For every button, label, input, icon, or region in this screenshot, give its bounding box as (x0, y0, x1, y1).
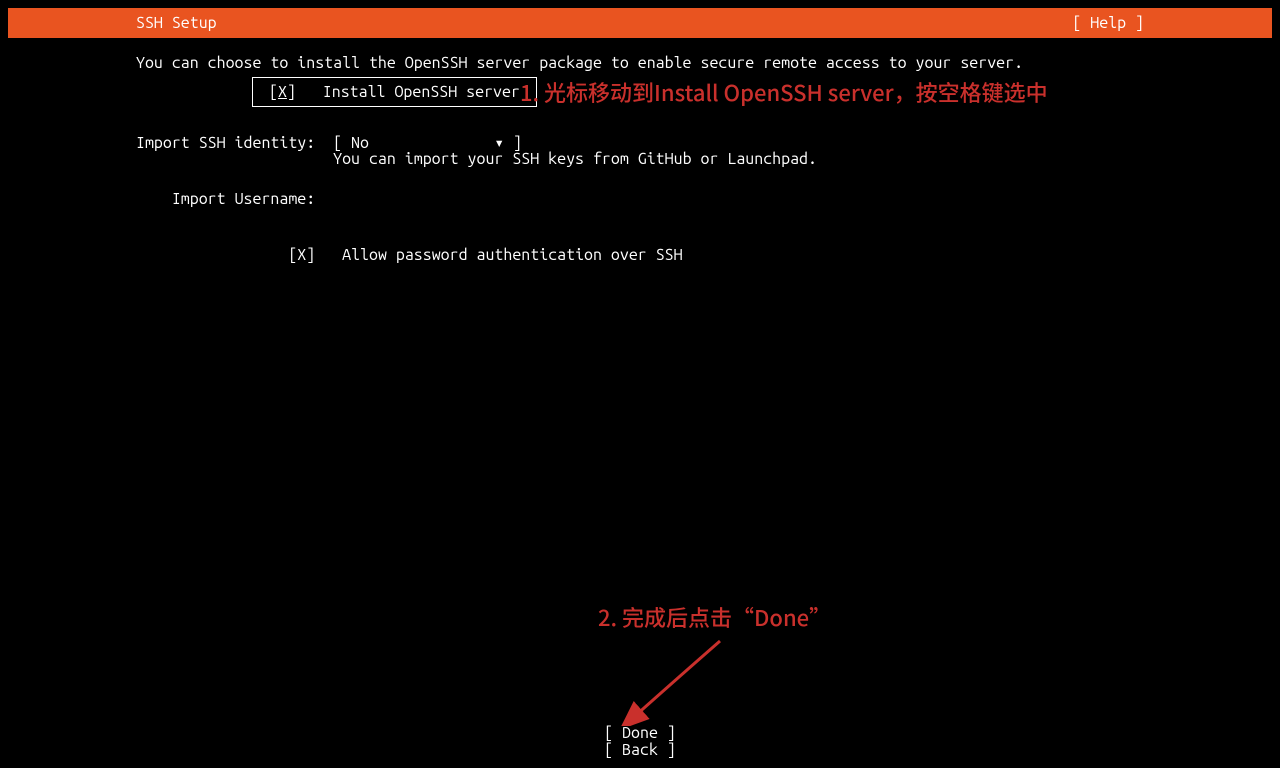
footer-buttons: [ Done ] [ Back ] (8, 725, 1272, 760)
chevron-down-icon: ▾ (494, 135, 504, 151)
import-identity-row: Import SSH identity: [ No ▾ ] (136, 135, 1252, 151)
checkbox-bracket-open: [ (269, 83, 278, 101)
allow-password-checkbox[interactable]: [X] (288, 246, 315, 264)
main-content: You can choose to install the OpenSSH se… (136, 55, 1252, 263)
allow-password-row: [X] Allow password authentication over S… (136, 247, 1252, 263)
install-openssh-checkbox[interactable]: [X] Install OpenSSH server (252, 77, 537, 107)
checkbox-bracket-close: ] (287, 83, 296, 101)
title-bar: SSH Setup [ Help ] (8, 8, 1272, 38)
import-username-row: Import Username: (136, 191, 1252, 207)
window-frame: SSH Setup [ Help ] You can choose to ins… (8, 8, 1272, 768)
back-button[interactable]: [ Back ] (586, 742, 694, 760)
import-identity-hint: You can import your SSH keys from GitHub… (136, 151, 1252, 167)
allow-password-label: Allow password authentication over SSH (342, 246, 682, 264)
import-username-label: Import Username: (172, 190, 315, 208)
intro-text: You can choose to install the OpenSSH se… (136, 55, 1252, 71)
page-title: SSH Setup (136, 14, 217, 32)
checkbox-mark: X (278, 83, 287, 101)
help-button[interactable]: [ Help ] (1072, 14, 1144, 32)
install-openssh-label: Install OpenSSH server (323, 83, 520, 101)
import-identity-hint-text: You can import your SSH keys from GitHub… (333, 150, 817, 168)
done-button[interactable]: [ Done ] (586, 725, 694, 743)
